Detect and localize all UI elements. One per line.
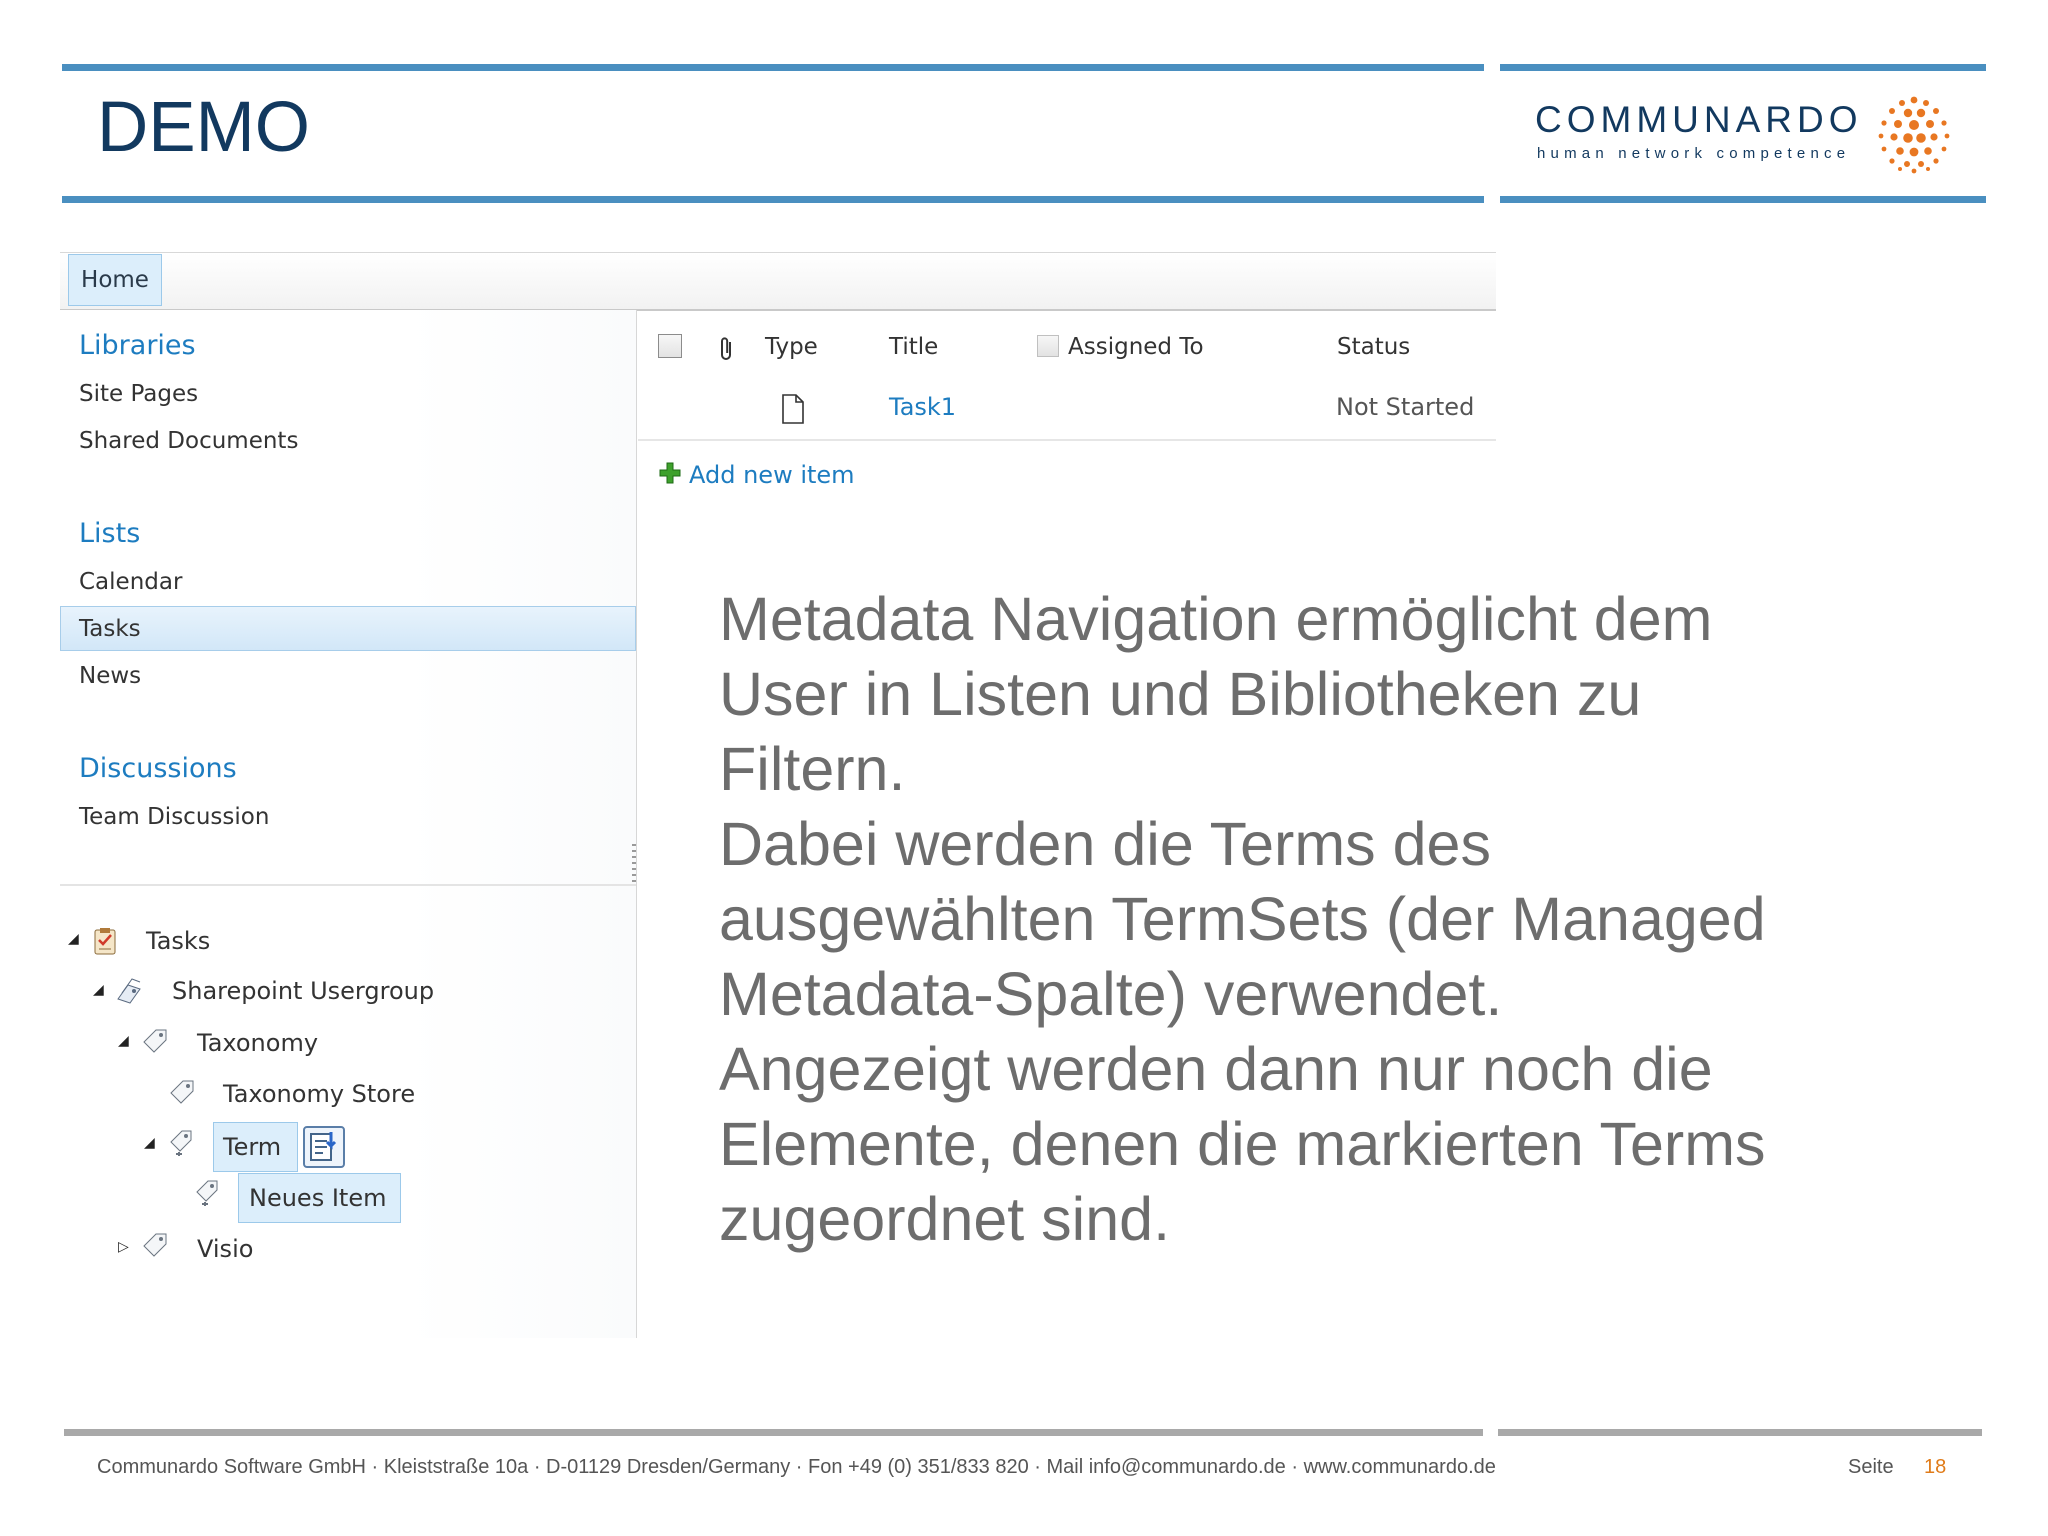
termset-tag-icon xyxy=(170,1080,194,1104)
column-header-type[interactable]: Type xyxy=(765,332,818,362)
body-line: zugeordnet sind. xyxy=(719,1185,1171,1253)
column-header-title[interactable]: Title xyxy=(889,332,938,362)
header-rule-top-left xyxy=(62,64,1484,71)
nav-item-site-pages[interactable]: Site Pages xyxy=(79,379,198,409)
document-type-icon xyxy=(782,394,804,424)
list-row-divider xyxy=(638,439,1496,441)
footer-page-number: 18 xyxy=(1924,1456,1947,1478)
slide-title: DEMO xyxy=(97,88,310,167)
logo-tagline: human network competence xyxy=(1537,145,1851,162)
logo-dots-icon xyxy=(1878,96,1950,174)
tree-node-term: Term xyxy=(223,1133,282,1161)
include-descendants-icon[interactable] xyxy=(303,1126,345,1168)
nav-item-tasks[interactable]: Tasks xyxy=(79,614,141,644)
tree-node-neues-item: Neues Item xyxy=(249,1184,387,1212)
tree-node-taxonomy-store[interactable]: Taxonomy Store xyxy=(223,1079,415,1109)
nav-divider xyxy=(60,884,636,886)
task-list-icon xyxy=(94,928,116,955)
nav-item-team-discussion[interactable]: Team Discussion xyxy=(79,802,269,832)
body-line: Dabei werden die Terms des xyxy=(719,810,1491,878)
task-title-link[interactable]: Task1 xyxy=(889,392,956,422)
select-all-checkbox[interactable] xyxy=(658,334,682,358)
termset-tag-icon xyxy=(143,1233,167,1257)
footer-rule-left xyxy=(64,1429,1483,1436)
tree-expand-taxonomy-icon[interactable]: ◢ xyxy=(118,1034,129,1048)
column-header-assigned-to[interactable]: Assigned To xyxy=(1068,332,1204,362)
termset-tag-icon xyxy=(143,1029,167,1053)
tree-node-taxonomy[interactable]: Taxonomy xyxy=(197,1028,318,1058)
tree-collapsed-visio-icon[interactable]: ▷ xyxy=(118,1240,129,1254)
body-line: Filtern. xyxy=(719,735,906,803)
nav-heading-discussions[interactable]: Discussions xyxy=(79,753,237,785)
tree-expand-term-icon[interactable]: ◢ xyxy=(144,1136,155,1150)
tree-node-tasks[interactable]: Tasks xyxy=(146,926,210,956)
task-status-value: Not Started xyxy=(1336,393,1475,421)
nav-splitter-handle[interactable] xyxy=(632,844,636,884)
nav-item-calendar[interactable]: Calendar xyxy=(79,567,182,597)
header-rule-bottom-left xyxy=(62,196,1484,203)
header-rule-top-right xyxy=(1500,64,1986,71)
body-line: Metadata-Spalte) verwendet. xyxy=(719,960,1503,1028)
body-line: Metadata Navigation ermöglicht dem xyxy=(719,585,1713,653)
body-line: User in Listen und Bibliotheken zu xyxy=(719,660,1642,728)
logo-wordmark: COMMUNARDO xyxy=(1535,99,1863,140)
tree-node-sharepoint-usergroup[interactable]: Sharepoint Usergroup xyxy=(172,976,434,1006)
assigned-to-filter-checkbox[interactable] xyxy=(1037,335,1059,357)
footer-company-info: Communardo Software GmbH · Kleiststraße … xyxy=(97,1456,1496,1478)
header-rule-bottom-right xyxy=(1500,196,1986,203)
nav-heading-lists[interactable]: Lists xyxy=(79,518,140,550)
nav-selection-highlight xyxy=(60,606,636,651)
attachment-paperclip-icon xyxy=(721,337,731,360)
add-plus-icon[interactable] xyxy=(659,462,681,484)
ribbon-tab-home[interactable]: Home xyxy=(68,254,162,306)
body-line: ausgewählten TermSets (der Managed xyxy=(719,885,1766,953)
tree-node-visio[interactable]: Visio xyxy=(197,1234,253,1264)
body-line: Angezeigt werden dann nur noch die xyxy=(719,1035,1713,1103)
tree-expand-group-icon[interactable]: ◢ xyxy=(93,983,104,997)
nav-item-shared-documents[interactable]: Shared Documents xyxy=(79,426,298,456)
managed-metadata-group-icon xyxy=(117,978,141,1004)
body-line: Elemente, denen die markierten Terms xyxy=(719,1110,1766,1178)
column-header-status[interactable]: Status xyxy=(1337,332,1410,362)
term-tag-icon xyxy=(170,1130,192,1156)
footer-rule-right xyxy=(1498,1429,1982,1436)
footer-page-label: Seite xyxy=(1848,1456,1894,1478)
add-new-item-link[interactable]: Add new item xyxy=(689,460,855,490)
nav-item-news[interactable]: News xyxy=(79,661,141,691)
term-tag-icon xyxy=(196,1180,218,1206)
nav-heading-libraries[interactable]: Libraries xyxy=(79,330,196,362)
ribbon-bar xyxy=(60,252,1496,311)
slide-body-text: Metadata Navigation ermöglicht dem User … xyxy=(719,582,1949,1257)
tree-expand-tasks-icon[interactable]: ◢ xyxy=(68,932,79,946)
